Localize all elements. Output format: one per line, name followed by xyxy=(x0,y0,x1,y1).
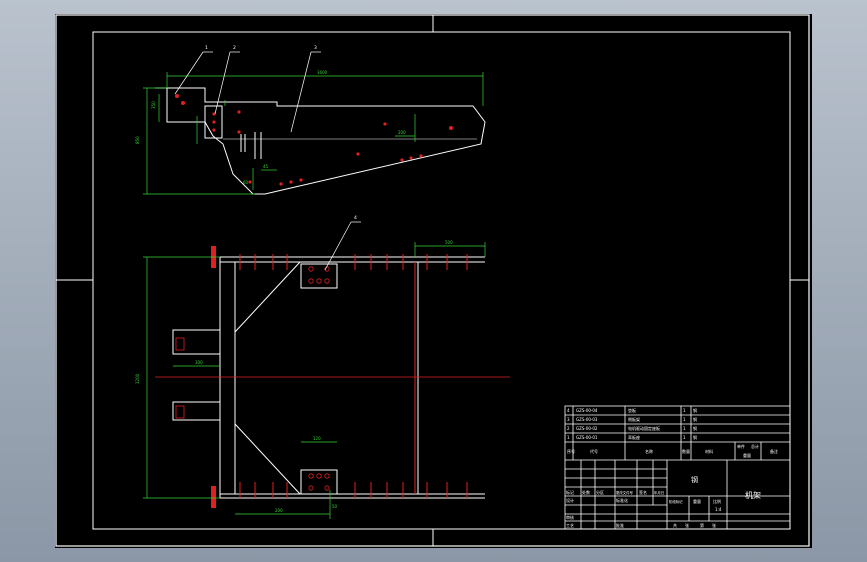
lbl-review: 审核 xyxy=(566,514,574,520)
balloon-3: 3 xyxy=(314,45,317,51)
title-block-text: 4 GZS-00-04 垫板 1 钢 3 GZS-00-03 侧板架 1 钢 2… xyxy=(566,407,778,528)
material-label: 钢 xyxy=(691,475,698,484)
lbl-mark: 标记 xyxy=(566,489,574,495)
bom-qty-3: 1 xyxy=(683,417,686,422)
lbl-sheets-b: 张 xyxy=(712,522,716,528)
lbl-zone: 分区 xyxy=(596,489,604,495)
hdr-remark: 备注 xyxy=(770,448,778,454)
scale-value: 1:4 xyxy=(715,507,722,512)
lbl-change-no: 更改文件号 xyxy=(616,490,634,495)
balloon-4: 4 xyxy=(354,215,357,221)
centering-marks xyxy=(56,15,809,546)
lbl-design: 设计 xyxy=(566,497,574,503)
bom-name-4: 垫板 xyxy=(628,407,636,413)
plan-view xyxy=(143,221,510,519)
bom-name-3: 侧板架 xyxy=(628,416,640,422)
bom-qty-1: 1 xyxy=(683,435,686,440)
balloon-2: 2 xyxy=(233,45,236,51)
hdr-mass: 重量 xyxy=(743,452,751,458)
lbl-sheet-no: 第 xyxy=(700,522,704,528)
bom-no-3: 3 xyxy=(567,417,570,422)
bom-qty-2: 1 xyxy=(683,426,686,431)
dim-left-h: 350 xyxy=(151,101,156,109)
hdr-total: 总计 xyxy=(751,443,759,449)
lbl-approve: 批准 xyxy=(616,522,624,528)
dim-plan-width: 1200 xyxy=(135,373,140,384)
dim-small-a: 200 xyxy=(398,130,406,135)
cad-viewport[interactable]: 1 2 3 4 3600 850 350 200 45 60 1200 500 … xyxy=(55,14,812,548)
dim-plan-b: 300 xyxy=(195,360,203,365)
dim-small-c: 60 xyxy=(243,180,249,185)
bom-mat-2: 钢 xyxy=(693,425,697,431)
bom-mat-1: 钢 xyxy=(693,434,697,440)
bom-name-2: 电机驱动固定座板 xyxy=(628,425,660,431)
dim-small-b: 45 xyxy=(263,164,269,169)
hdr-no: 序号 xyxy=(567,448,575,454)
bom-no-4: 4 xyxy=(567,408,570,413)
end-cap-bottom xyxy=(211,486,216,508)
bom-mat-4: 钢 xyxy=(693,407,697,413)
lbl-total-sheets: 共 xyxy=(673,522,677,528)
hdr-mat: 材料 xyxy=(705,448,713,454)
lbl-weight: 重量 xyxy=(693,498,701,504)
bom-code-2: GZS-00-02 xyxy=(576,426,598,431)
drawing-frame xyxy=(92,31,791,530)
drawing-canvas: 1 2 3 4 3600 850 350 200 45 60 1200 500 … xyxy=(55,14,810,547)
dim-plan-w2: 500 xyxy=(445,240,453,245)
dim-plan-c: 200 xyxy=(275,508,283,513)
lbl-sign: 签名 xyxy=(639,489,647,495)
bom-mat-3: 钢 xyxy=(693,416,697,422)
bom-no-1: 1 xyxy=(567,435,570,440)
bom-code-1: GZS-00-01 xyxy=(576,435,598,440)
lbl-stage: 阶段标记 xyxy=(669,499,683,504)
part-name: 机架 xyxy=(745,490,761,500)
dim-plan-d: 120 xyxy=(313,436,321,441)
bom-name-1: 耳板座 xyxy=(628,434,640,440)
text-layer: 1 2 3 4 xyxy=(205,45,357,221)
bom-no-2: 2 xyxy=(567,426,570,431)
hdr-qty: 数量 xyxy=(682,448,690,454)
lbl-process: 工艺 xyxy=(566,523,574,528)
lbl-count: 处数 xyxy=(582,489,590,495)
elevation-view xyxy=(143,51,486,195)
lbl-standard: 标准化 xyxy=(616,497,628,503)
title-block xyxy=(564,405,791,530)
bom-code-4: GZS-00-04 xyxy=(576,408,598,413)
lbl-scale: 比例 xyxy=(713,498,721,504)
dim-plan-e: 50 xyxy=(332,504,338,509)
hdr-code: 代号 xyxy=(590,448,598,454)
hdr-name: 名称 xyxy=(645,448,653,454)
bom-qty-4: 1 xyxy=(683,408,686,413)
hdr-single: 单件 xyxy=(737,443,745,449)
bom-code-3: GZS-00-03 xyxy=(576,417,598,422)
lbl-date: 年月日 xyxy=(654,490,664,495)
dimension-text: 3600 850 350 200 45 60 1200 500 300 200 … xyxy=(135,70,453,513)
sheet-border xyxy=(55,14,810,547)
lbl-sheets-a: 张 xyxy=(685,522,689,528)
dim-height: 850 xyxy=(135,136,140,144)
dim-top-len: 3600 xyxy=(317,70,328,75)
balloon-1: 1 xyxy=(205,45,208,51)
